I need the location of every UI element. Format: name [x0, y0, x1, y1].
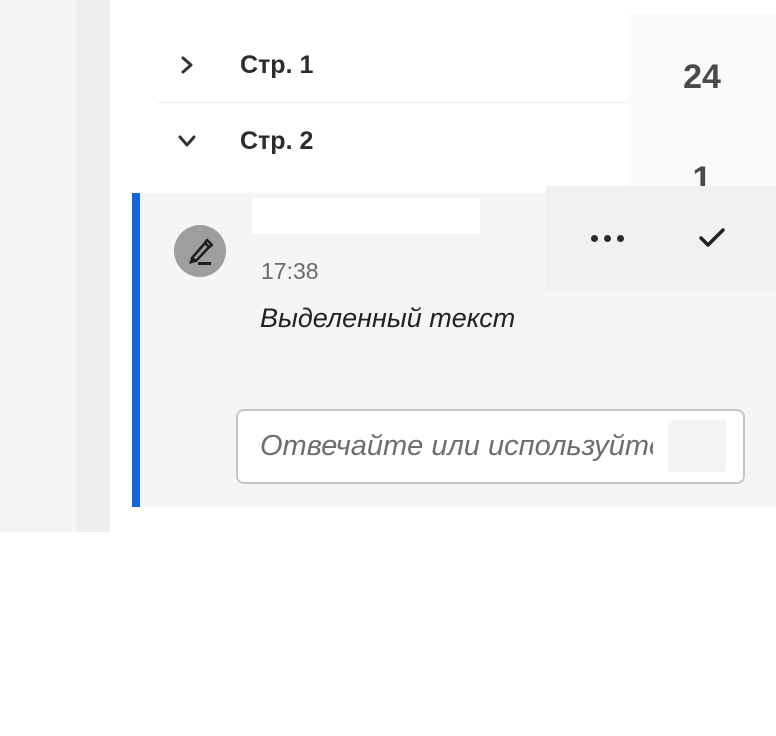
page-group-label: Стр. 2	[240, 126, 314, 155]
page-group-label: Стр. 1	[240, 50, 314, 79]
comment-actions	[546, 186, 776, 290]
page-group-1[interactable]: Стр. 1	[158, 28, 628, 103]
panel-divider	[76, 0, 110, 532]
comment-timestamp: 17:38	[261, 258, 319, 284]
comment-count-column: 24 1	[628, 14, 776, 198]
highlighter-pen-icon	[189, 238, 214, 265]
chevron-down-icon[interactable]	[158, 134, 216, 148]
more-options-button[interactable]	[582, 218, 632, 258]
more-horizontal-icon	[590, 234, 598, 242]
comment-author	[252, 198, 480, 234]
checkmark-icon	[699, 228, 725, 247]
page-1-comment-count: 24	[683, 58, 721, 96]
left-panel-background	[0, 0, 76, 532]
chevron-right-icon[interactable]	[158, 55, 216, 75]
resolve-button[interactable]	[690, 218, 734, 258]
avatar	[174, 225, 226, 277]
reply-send-button[interactable]	[668, 420, 726, 472]
page-group-2[interactable]: Стр. 2	[158, 104, 628, 178]
comment-text: Выделенный текст	[260, 303, 516, 333]
